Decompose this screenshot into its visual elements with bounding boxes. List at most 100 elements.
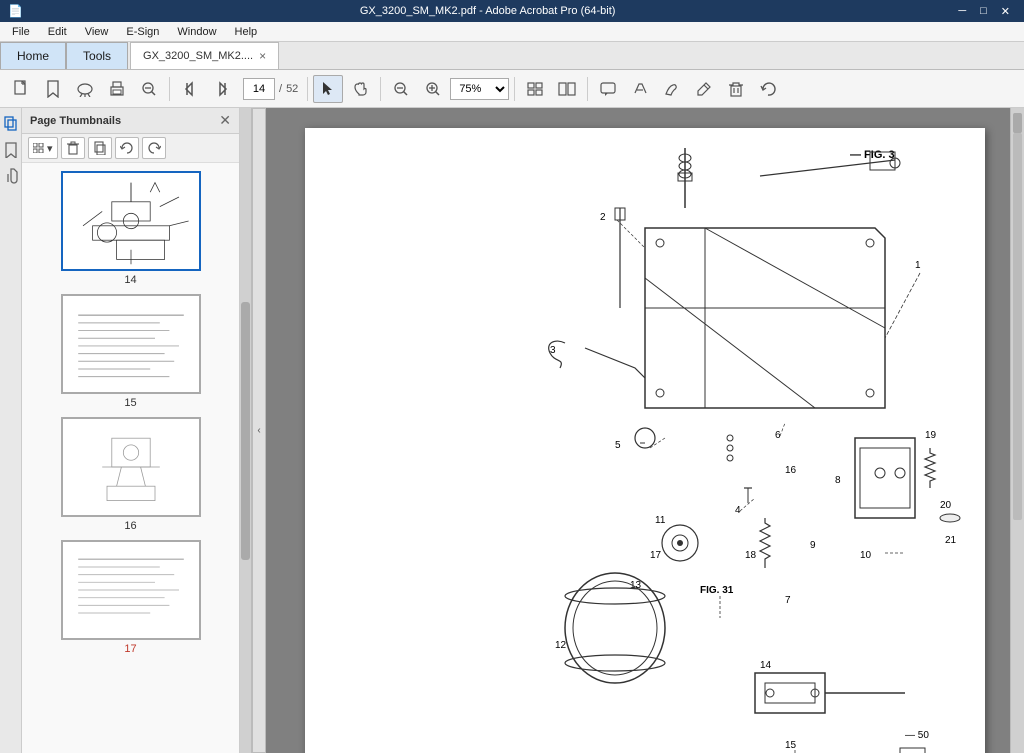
thumbnail-14[interactable]: 14 — [51, 171, 211, 286]
thumbnail-panel: Page Thumbnails ✕ ▾ — [22, 108, 240, 753]
select-tool-btn[interactable] — [313, 75, 343, 103]
columns-btn[interactable] — [552, 75, 582, 103]
svg-text:11: 11 — [655, 515, 666, 526]
zoom-select[interactable]: 50% 75% 100% 125% 150% 200% — [450, 78, 509, 100]
svg-text:21: 21 — [945, 535, 957, 546]
tab-tools[interactable]: Tools — [66, 42, 128, 69]
svg-text:9: 9 — [810, 540, 816, 551]
pdf-page: — FIG. 3 2 1 — [305, 128, 985, 753]
svg-text:8: 8 — [835, 475, 841, 486]
fit-page-btn[interactable] — [520, 75, 550, 103]
svg-text:16: 16 — [785, 465, 797, 476]
svg-text:12: 12 — [555, 640, 567, 651]
zoom-out-btn[interactable] — [386, 75, 416, 103]
engineering-diagram: — FIG. 3 2 1 — [305, 128, 985, 753]
main-layout: Page Thumbnails ✕ ▾ — [0, 108, 1024, 753]
panel-extract-btn[interactable] — [88, 137, 112, 159]
thumb-label-15: 15 — [124, 397, 136, 409]
title-bar-controls: ─ □ ✕ — [952, 5, 1016, 18]
sidebar-icon-bar — [0, 108, 22, 753]
maximize-btn[interactable]: □ — [974, 5, 993, 18]
page-separator: / — [279, 83, 282, 95]
tab-doc-label: GX_3200_SM_MK2.... — [143, 50, 253, 62]
menu-view[interactable]: View — [77, 24, 117, 40]
svg-text:5: 5 — [615, 440, 621, 451]
panel-close-btn[interactable]: ✕ — [219, 112, 231, 129]
content-scrollbar-v[interactable] — [1010, 108, 1024, 753]
panel-view-dropdown[interactable]: ▾ — [28, 137, 58, 159]
content-area: — FIG. 3 2 1 — [266, 108, 1024, 753]
page-number-input[interactable] — [243, 78, 275, 100]
panel-toolbar: ▾ — [22, 134, 239, 163]
page-navigation: / 52 — [243, 78, 298, 100]
zoom-out-sm-btn[interactable] — [134, 75, 164, 103]
sep5 — [587, 77, 588, 101]
sep4 — [514, 77, 515, 101]
cloud-btn[interactable] — [70, 75, 100, 103]
thumbnail-15[interactable]: 15 — [51, 294, 211, 409]
sep1 — [169, 77, 170, 101]
highlight-btn[interactable] — [625, 75, 655, 103]
tab-doc-close[interactable]: × — [259, 49, 266, 63]
tab-home-label: Home — [17, 49, 49, 63]
thumbnail-list: 14 — [22, 163, 239, 753]
tab-tools-label: Tools — [83, 49, 111, 63]
comment-btn[interactable] — [593, 75, 623, 103]
tab-doc[interactable]: GX_3200_SM_MK2.... × — [130, 42, 279, 69]
thumb-box-17[interactable] — [61, 540, 201, 640]
menu-window[interactable]: Window — [169, 24, 224, 40]
svg-text:20: 20 — [940, 500, 952, 511]
close-btn[interactable]: ✕ — [995, 5, 1016, 18]
menu-esign[interactable]: E-Sign — [118, 24, 167, 40]
main-toolbar: / 52 50% 75% 100% 125% 150% 200% — [0, 70, 1024, 108]
panel-scrollbar[interactable] — [240, 108, 252, 753]
sidebar-icon-attachments[interactable] — [1, 166, 21, 186]
new-file-btn[interactable] — [6, 75, 36, 103]
svg-text:— FIG. 3: — FIG. 3 — [850, 149, 895, 161]
svg-text:18: 18 — [745, 550, 757, 561]
tab-home[interactable]: Home — [0, 42, 66, 69]
menu-help[interactable]: Help — [227, 24, 266, 40]
fill-sign-btn[interactable] — [689, 75, 719, 103]
panel-header: Page Thumbnails ✕ — [22, 108, 239, 134]
thumbnail-16[interactable]: 16 — [51, 417, 211, 532]
minimize-btn[interactable]: ─ — [952, 5, 972, 18]
panel-collapse-btn[interactable]: ‹ — [252, 108, 266, 753]
svg-text:10: 10 — [860, 550, 872, 561]
print-btn[interactable] — [102, 75, 132, 103]
total-pages: 52 — [286, 83, 298, 95]
hand-tool-btn[interactable] — [345, 75, 375, 103]
title-bar-icon: 📄 — [8, 4, 23, 18]
delete-btn[interactable] — [721, 75, 751, 103]
svg-text:19: 19 — [925, 430, 937, 441]
menu-file[interactable]: File — [4, 24, 38, 40]
zoom-in-btn[interactable] — [418, 75, 448, 103]
svg-text:FIG. 31: FIG. 31 — [700, 585, 734, 596]
prev-page-btn[interactable] — [175, 75, 205, 103]
svg-text:17: 17 — [650, 550, 662, 561]
title-bar: 📄 GX_3200_SM_MK2.pdf - Adobe Acrobat Pro… — [0, 0, 1024, 22]
undo-btn[interactable] — [753, 75, 783, 103]
bookmark-btn[interactable] — [38, 75, 68, 103]
svg-text:14: 14 — [760, 660, 772, 671]
panel-undo-btn[interactable] — [115, 137, 139, 159]
menu-edit[interactable]: Edit — [40, 24, 75, 40]
panel-redo-btn[interactable] — [142, 137, 166, 159]
panel-title: Page Thumbnails — [30, 115, 121, 127]
svg-text:1: 1 — [915, 260, 921, 271]
sep2 — [307, 77, 308, 101]
thumb-label-17: 17 — [124, 643, 136, 655]
thumb-box-15[interactable] — [61, 294, 201, 394]
sidebar-icon-bookmarks[interactable] — [1, 140, 21, 160]
thumb-label-16: 16 — [124, 520, 136, 532]
svg-text:7: 7 — [785, 595, 791, 606]
sidebar-icon-pages[interactable] — [1, 114, 21, 134]
tab-bar: Home Tools GX_3200_SM_MK2.... × — [0, 42, 1024, 70]
next-page-btn[interactable] — [207, 75, 237, 103]
thumbnail-17[interactable]: 17 — [51, 540, 211, 655]
title-bar-title: GX_3200_SM_MK2.pdf - Adobe Acrobat Pro (… — [23, 5, 952, 17]
draw-btn[interactable] — [657, 75, 687, 103]
thumb-box-14[interactable] — [61, 171, 201, 271]
thumb-box-16[interactable] — [61, 417, 201, 517]
panel-delete-btn[interactable] — [61, 137, 85, 159]
